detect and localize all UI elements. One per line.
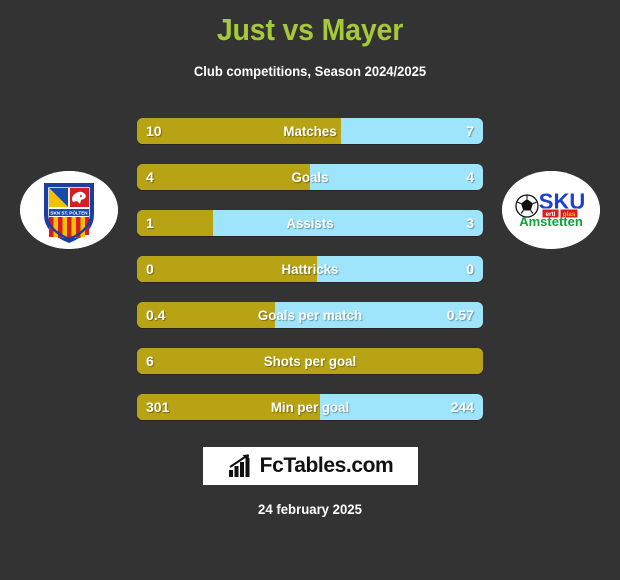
stat-label: Matches <box>283 123 337 139</box>
comparison-chart: SKN ST. PÖLTEN 10 Matches 7 4 Goals 4 1 … <box>0 118 620 428</box>
stat-label: Hattricks <box>281 261 339 277</box>
home-team-badge: SKN ST. PÖLTEN <box>20 171 118 249</box>
stat-label: Goals per match <box>257 307 363 323</box>
stat-label: Assists <box>286 215 334 231</box>
bar-chart-icon <box>228 454 250 477</box>
stat-row: 6 Shots per goal <box>137 348 483 374</box>
stat-row: 1 Assists 3 <box>137 210 483 236</box>
crest-text: SKN ST. PÖLTEN <box>50 210 88 216</box>
away-value: 3 <box>466 215 474 231</box>
stat-row: 0 Hattricks 0 <box>137 256 483 282</box>
away-value: 244 <box>450 399 474 415</box>
fctables-logo[interactable]: FcTables.com <box>203 447 418 485</box>
skn-st-polten-crest-icon: SKN ST. PÖLTEN <box>20 171 118 249</box>
away-value: 0 <box>466 261 474 277</box>
away-team-badge: SKU ertl glas Amstetten <box>502 171 600 249</box>
crest-sub-text: Amstetten <box>519 214 583 229</box>
away-value: 4 <box>466 169 474 185</box>
footer-date: 24 february 2025 <box>258 501 362 517</box>
stat-bars-list: 10 Matches 7 4 Goals 4 1 Assists 3 0 Hat… <box>137 118 483 440</box>
stat-label: Min per goal <box>270 399 350 415</box>
stat-label: Shots per goal <box>263 353 357 369</box>
stat-row: 0.4 Goals per match 0.57 <box>137 302 483 328</box>
fctables-logo-text: FcTables.com <box>259 454 394 477</box>
stat-row: 4 Goals 4 <box>137 164 483 190</box>
stat-row: 301 Min per goal 244 <box>137 394 483 420</box>
away-value: 0.57 <box>446 307 474 323</box>
away-value: 7 <box>466 123 474 139</box>
stat-label: Goals <box>291 169 329 185</box>
sku-amstetten-crest-icon: SKU ertl glas Amstetten <box>502 171 600 249</box>
page-title: Just vs Mayer <box>216 12 404 47</box>
page-subtitle: Club competitions, Season 2024/2025 <box>193 63 427 79</box>
stat-row: 10 Matches 7 <box>137 118 483 144</box>
